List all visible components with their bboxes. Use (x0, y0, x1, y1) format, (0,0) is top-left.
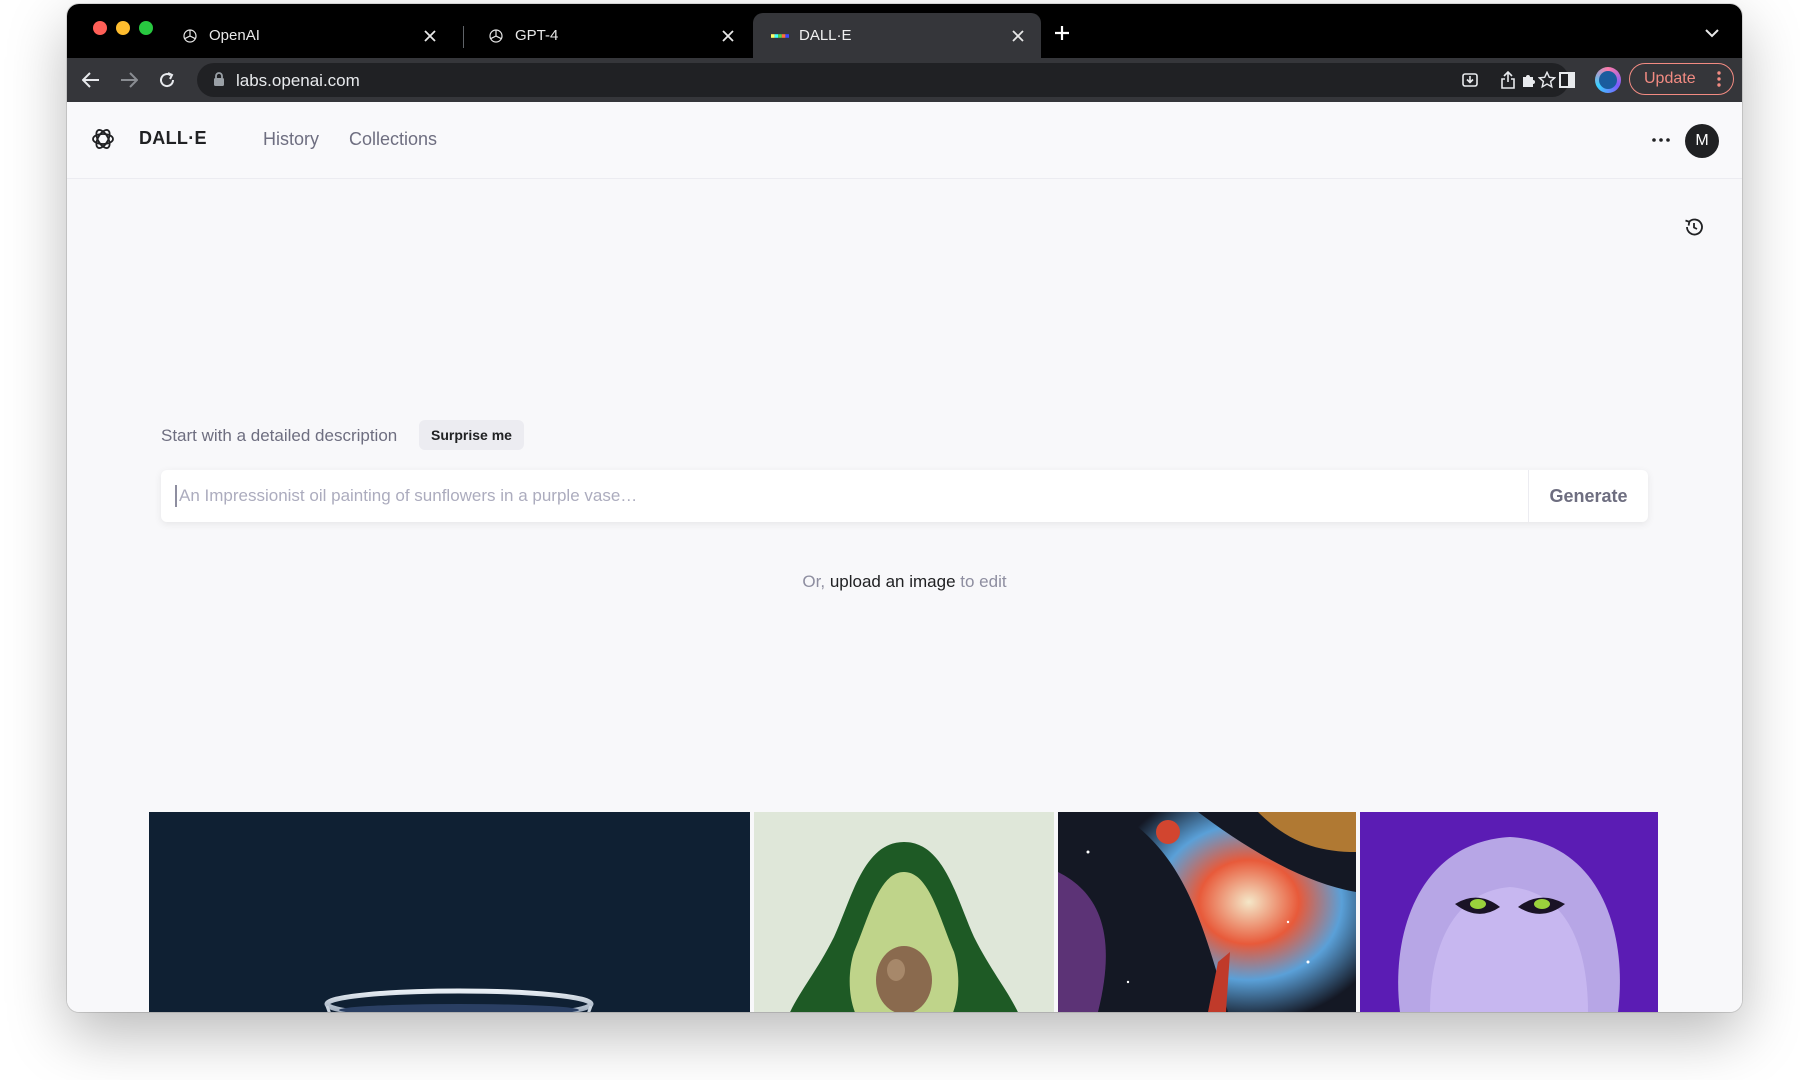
tab-search-chevron-icon[interactable] (1703, 24, 1721, 42)
nav-history[interactable]: History (263, 129, 319, 150)
browser-toolbar: labs.openai.com Update (67, 58, 1742, 102)
minimize-window-button[interactable] (116, 21, 130, 35)
close-icon[interactable] (421, 27, 439, 45)
dalle-page: DALL·E History Collections M Start with … (67, 102, 1742, 1012)
install-app-icon[interactable] (1460, 70, 1480, 90)
surprise-me-button[interactable]: Surprise me (419, 420, 524, 450)
openai-logo-icon[interactable] (90, 126, 116, 152)
purple-monster-image[interactable] (1360, 812, 1658, 1012)
tab-openai[interactable]: OpenAI (163, 13, 453, 58)
upload-line: Or, upload an image to edit (67, 572, 1742, 592)
generate-button[interactable]: Generate (1528, 470, 1648, 522)
nav-collections[interactable]: Collections (349, 129, 437, 150)
reload-icon[interactable] (155, 68, 179, 92)
close-icon[interactable] (1009, 27, 1027, 45)
update-label: Update (1644, 70, 1696, 87)
back-arrow-icon[interactable] (79, 68, 103, 92)
extensions-puzzle-icon[interactable] (1517, 68, 1541, 92)
glass-bowl-image[interactable] (149, 812, 750, 1012)
dalle-color-bar-icon (771, 27, 789, 45)
more-options-icon[interactable] (1649, 128, 1673, 152)
tab-title: OpenAI (209, 27, 260, 44)
cosmic-painting-image[interactable] (1058, 812, 1356, 1012)
upload-suffix: to edit (960, 572, 1007, 591)
tab-title: DALL·E (799, 27, 852, 44)
profile-avatar-icon[interactable] (1595, 67, 1621, 93)
prompt-input[interactable] (175, 485, 1515, 507)
url-text[interactable]: labs.openai.com (236, 71, 360, 91)
browser-window: OpenAI GPT-4 DALL·E labs.openai.com Upda… (67, 4, 1742, 1012)
upload-image-link[interactable]: upload an image (830, 572, 956, 591)
tab-title: GPT-4 (515, 27, 559, 44)
brand-title[interactable]: DALL·E (139, 128, 207, 149)
app-header: DALL·E History Collections M (67, 102, 1742, 179)
prompt-box: Generate (161, 470, 1648, 522)
close-icon[interactable] (719, 27, 737, 45)
lock-icon[interactable] (213, 72, 227, 88)
address-bar[interactable]: labs.openai.com (197, 63, 1569, 97)
upload-prefix: Or, (802, 572, 826, 591)
user-avatar[interactable]: M (1685, 124, 1719, 158)
openai-icon (181, 27, 199, 45)
tab-divider (463, 26, 464, 48)
forward-arrow-icon[interactable] (117, 68, 141, 92)
tab-dalle[interactable]: DALL·E (753, 13, 1041, 58)
new-tab-button[interactable] (1051, 22, 1073, 44)
side-panel-icon[interactable] (1555, 68, 1579, 92)
tab-strip: OpenAI GPT-4 DALL·E (67, 4, 1742, 58)
kebab-menu-icon[interactable] (1717, 71, 1721, 87)
history-icon[interactable] (1681, 214, 1707, 240)
tab-gpt4[interactable]: GPT-4 (469, 13, 751, 58)
maximize-window-button[interactable] (139, 21, 153, 35)
share-icon[interactable] (1498, 70, 1518, 90)
prompt-label: Start with a detailed description (161, 426, 398, 445)
update-button[interactable]: Update (1629, 63, 1734, 95)
close-window-button[interactable] (93, 21, 107, 35)
avocado-chair-image[interactable] (754, 812, 1054, 1012)
openai-icon (487, 27, 505, 45)
